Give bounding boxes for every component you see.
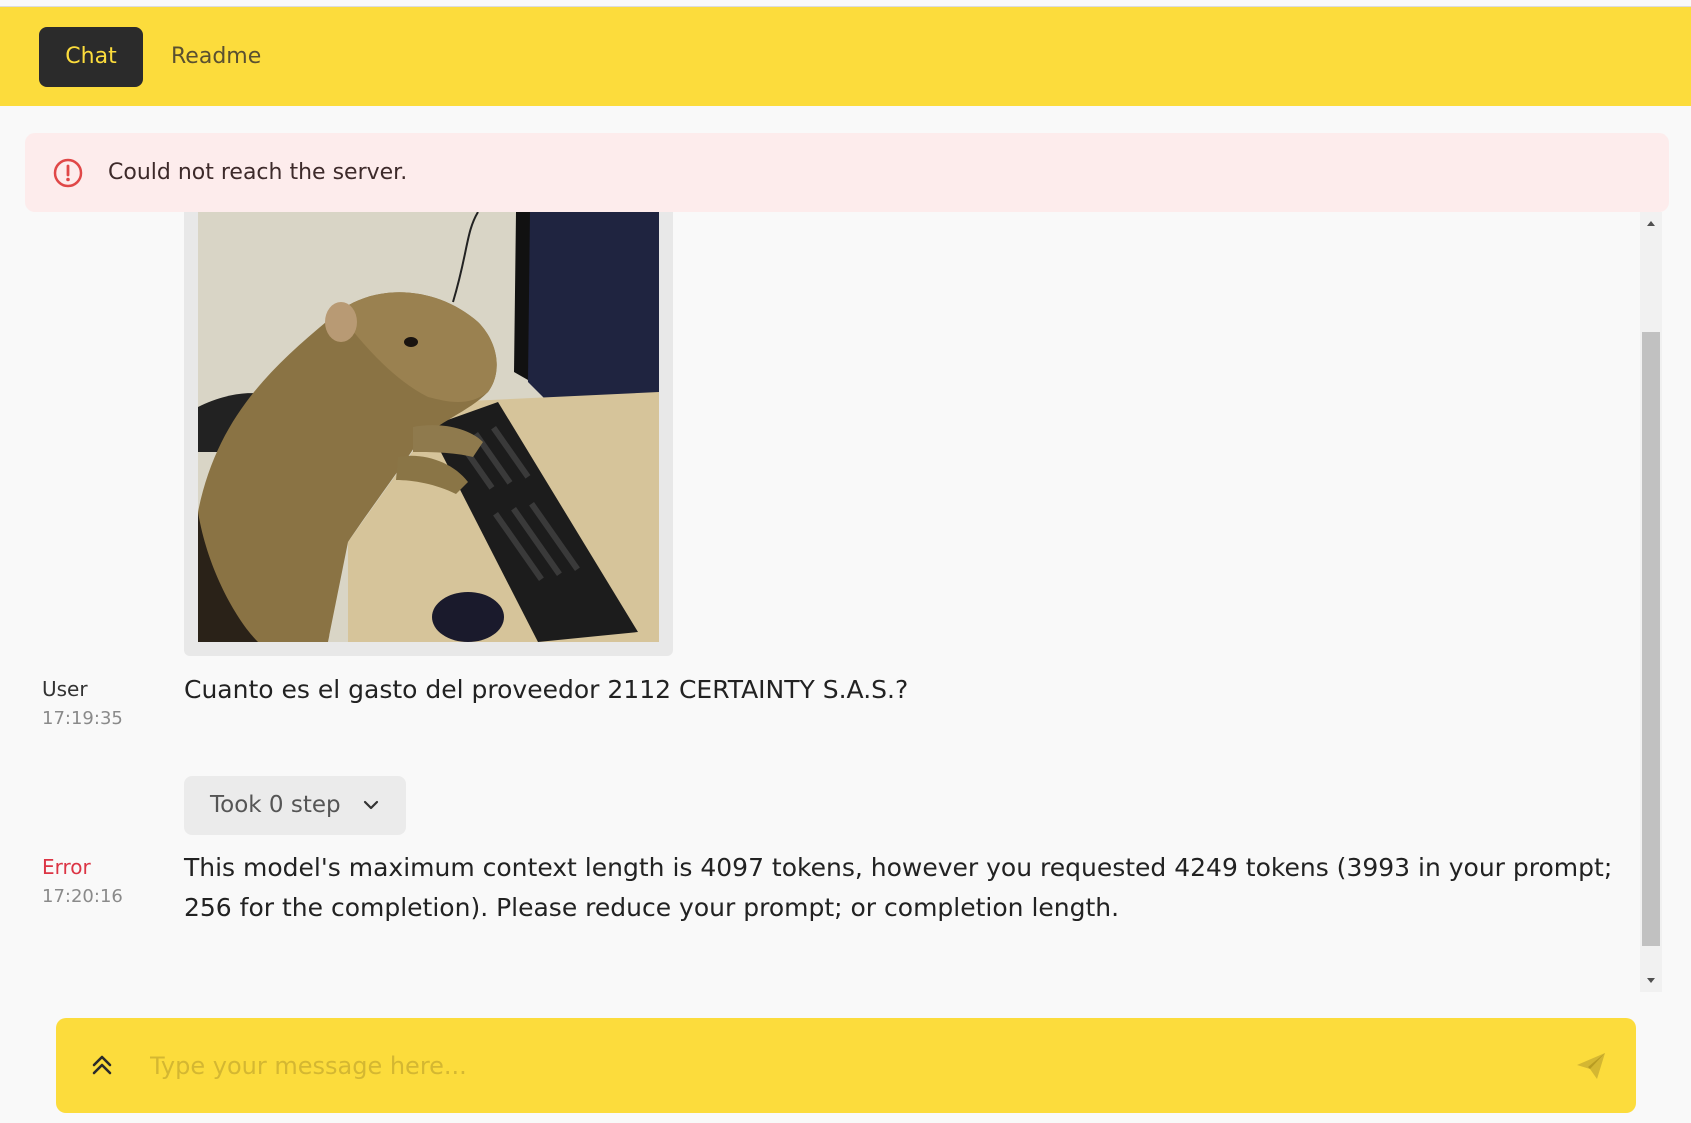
alert-message: Could not reach the server. — [108, 160, 408, 185]
message-role-user: User — [42, 677, 88, 701]
tab-readme[interactable]: Readme — [145, 27, 287, 87]
server-error-alert: Could not reach the server. — [25, 133, 1669, 212]
send-icon[interactable] — [1574, 1049, 1608, 1083]
message-composer — [56, 1018, 1636, 1113]
user-message-text: Cuanto es el gasto del proveedor 2112 CE… — [184, 675, 909, 704]
scroll-up-arrow-icon[interactable] — [1640, 214, 1662, 234]
image-attachment — [184, 212, 673, 656]
top-nav-bar: Chat Readme — [0, 6, 1691, 106]
steps-label: Took 0 step — [210, 792, 341, 818]
app-page: Chat Readme Could not reach the server. — [0, 0, 1691, 1123]
tab-chat[interactable]: Chat — [39, 27, 143, 87]
error-message-text: This model's maximum context length is 4… — [184, 848, 1612, 928]
error-message-line: 256 for the completion). Please reduce y… — [184, 893, 1120, 922]
alert-circle-icon — [53, 158, 83, 188]
steps-toggle-button[interactable]: Took 0 step — [184, 776, 406, 835]
chevron-down-icon — [363, 800, 379, 810]
error-message-line: This model's maximum context length is 4… — [184, 853, 1613, 882]
message-input[interactable] — [148, 1038, 1548, 1093]
scrollbar-thumb[interactable] — [1642, 332, 1660, 946]
message-timestamp: 17:20:16 — [42, 886, 123, 907]
scroll-down-arrow-icon[interactable] — [1640, 970, 1662, 990]
capybara-at-keyboard-image — [198, 212, 659, 642]
chat-log: User 17:19:35 Cuanto es el gasto del pro… — [0, 212, 1660, 1002]
expand-up-icon[interactable] — [88, 1051, 116, 1079]
message-role-error: Error — [42, 855, 91, 879]
message-timestamp: 17:19:35 — [42, 708, 123, 729]
chat-scrollbar[interactable] — [1640, 212, 1662, 992]
